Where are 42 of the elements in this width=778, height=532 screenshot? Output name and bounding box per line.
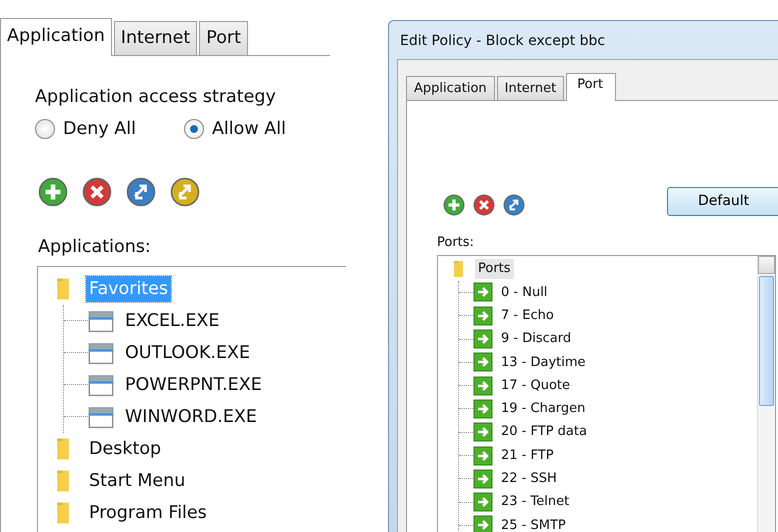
tree-item[interactable]: 23 - Telnet (498, 492, 572, 512)
list-label: Ports: (437, 234, 475, 252)
radio-button[interactable] (35, 119, 55, 140)
tree-item[interactable]: 17 - Quote (498, 376, 574, 396)
tree-item[interactable]: 20 - FTP data (498, 422, 590, 442)
tree-item[interactable]: 21 - FTP (498, 446, 557, 466)
add-icon[interactable] (443, 194, 465, 216)
tab[interactable]: Internet (496, 76, 564, 100)
tree-item[interactable]: EXCEL.EXE (122, 308, 222, 334)
group-title: Application access strategy (35, 86, 277, 109)
delete-icon[interactable] (473, 194, 495, 216)
refresh-icon[interactable] (503, 194, 525, 216)
tab[interactable]: Application (406, 76, 495, 100)
tree-item[interactable]: Program Files (86, 500, 210, 526)
tree-item[interactable]: Ports (475, 259, 514, 279)
tab[interactable]: Internet (114, 21, 198, 55)
radio-button[interactable] (184, 119, 204, 140)
tree-item[interactable]: OUTLOOK.EXE (122, 340, 254, 366)
tab[interactable]: Application (0, 18, 112, 56)
add-icon[interactable] (38, 176, 68, 206)
tree-item[interactable]: 7 - Echo (498, 306, 557, 326)
tab[interactable]: Port (566, 73, 616, 101)
tree-item[interactable]: 9 - Discard (498, 329, 574, 349)
tree-item[interactable]: 25 - SMTP (498, 516, 569, 532)
tree-item[interactable]: Desktop (86, 436, 164, 462)
list-label: Applications: (38, 236, 152, 258)
radio-label: Deny All (63, 118, 136, 142)
tree-item[interactable]: POWERPNT.EXE (122, 372, 265, 398)
scrollbar[interactable] (757, 256, 775, 532)
tree-item[interactable]: WINWORD.EXE (122, 404, 260, 430)
arrows-icon[interactable] (170, 176, 200, 206)
tree-item[interactable]: Start Menu (86, 468, 188, 494)
radio-label: Allow All (212, 118, 286, 142)
tab[interactable]: Port (199, 21, 248, 55)
delete-icon[interactable] (82, 176, 112, 206)
window-title: Edit Policy - Block except bbc (399, 32, 606, 51)
tree-item[interactable]: 0 - Null (498, 282, 550, 302)
tree-item[interactable]: 13 - Daytime (498, 352, 589, 372)
tree-item[interactable]: 19 - Chargen (498, 399, 588, 419)
refresh-icon[interactable] (126, 176, 156, 206)
tree-item[interactable]: 22 - SSH (498, 469, 560, 489)
default-button[interactable]: Default (667, 187, 778, 216)
